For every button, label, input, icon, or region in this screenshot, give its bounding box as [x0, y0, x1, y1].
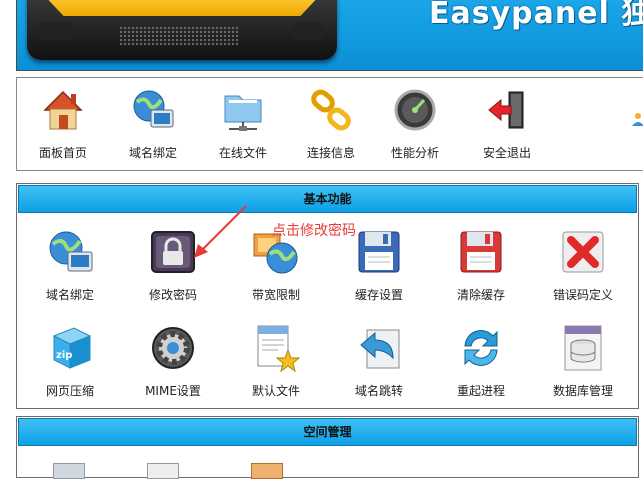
func-domain-redirect[interactable]: 域名跳转 — [329, 322, 429, 399]
zip-box-icon: zip — [44, 322, 96, 374]
func-default-file[interactable]: 默认文件 — [226, 322, 326, 399]
redirect-arrow-icon — [353, 322, 405, 374]
padlock-icon — [147, 226, 199, 278]
brand-title: Easypanel 独 — [429, 0, 643, 31]
space-item-icon[interactable] — [147, 463, 179, 479]
toolbar-home[interactable]: 面板首页 — [23, 86, 103, 161]
func-domain-bind[interactable]: 域名绑定 — [20, 226, 120, 303]
space-item-icon[interactable] — [251, 463, 283, 479]
exit-door-icon — [483, 86, 531, 134]
func-change-password[interactable]: 修改密码 — [123, 226, 223, 303]
floppy-disk-icon — [353, 226, 405, 278]
space-management-title: 空间管理 — [18, 418, 637, 446]
top-toolbar: 面板首页 域名绑定 在线文件 连接信息 性能分析 安全退出 — [16, 77, 643, 171]
func-mime-settings[interactable]: MIME设置 — [123, 322, 223, 399]
func-error-codes[interactable]: 错误码定义 — [533, 226, 633, 303]
space-item-icon[interactable] — [53, 463, 85, 479]
toolbar-online-files[interactable]: 在线文件 — [203, 86, 283, 161]
basic-functions-panel: 基本功能 域名绑定 修改密码 带宽限制 缓存设置 清除缓存 错误码定义 zip … — [16, 183, 639, 409]
database-icon — [557, 322, 609, 374]
space-management-panel: 空间管理 — [16, 416, 639, 479]
gauge-icon — [391, 86, 439, 134]
toolbar-connection-info[interactable]: 连接信息 — [291, 86, 371, 161]
gear-icon — [147, 322, 199, 374]
header-banner: Easypanel 独 — [16, 0, 643, 71]
svg-text:zip: zip — [56, 350, 72, 361]
basic-functions-title: 基本功能 — [18, 185, 637, 213]
annotation-text: 点击修改密码 — [272, 223, 356, 239]
globe-monitor-icon — [129, 86, 177, 134]
func-clear-cache[interactable]: 清除缓存 — [431, 226, 531, 303]
floppy-disk-red-icon — [455, 226, 507, 278]
red-x-icon — [557, 226, 609, 278]
document-star-icon — [250, 322, 302, 374]
toolbar-logout[interactable]: 安全退出 — [467, 86, 547, 161]
user-icon[interactable] — [631, 112, 643, 126]
folder-network-icon — [219, 86, 267, 134]
server-logo-icon — [27, 0, 337, 60]
chain-link-icon — [307, 86, 355, 134]
home-icon — [39, 86, 87, 134]
toolbar-performance[interactable]: 性能分析 — [375, 86, 455, 161]
refresh-icon — [455, 322, 507, 374]
func-restart-process[interactable]: 重起进程 — [431, 322, 531, 399]
func-web-compression[interactable]: zip 网页压缩 — [20, 322, 120, 399]
toolbar-domain-bind[interactable]: 域名绑定 — [113, 86, 193, 161]
globe-monitor-icon — [44, 226, 96, 278]
func-database-manage[interactable]: 数据库管理 — [533, 322, 633, 399]
